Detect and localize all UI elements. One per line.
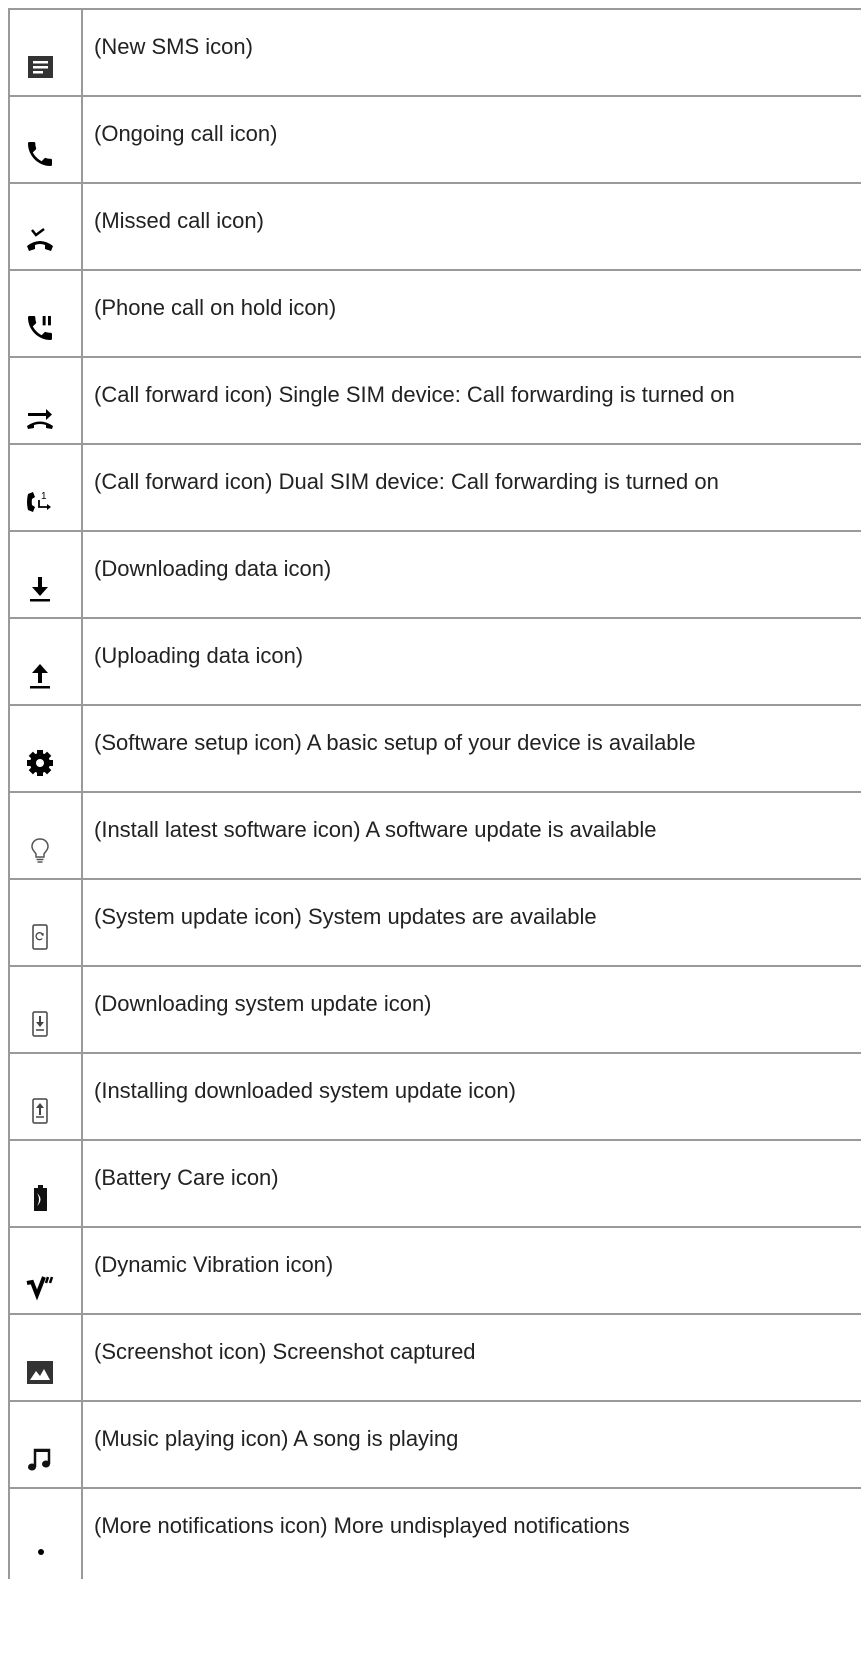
icon-cell xyxy=(8,1402,83,1487)
table-row: (Battery Care icon) xyxy=(8,1141,861,1228)
table-row: (Downloading data icon) xyxy=(8,532,861,619)
row-text: (Downloading system update icon) xyxy=(94,991,432,1016)
battery-care-icon xyxy=(24,1182,56,1214)
uploading-data-icon xyxy=(24,660,56,692)
system-update-icon xyxy=(24,921,56,953)
table-row: (Installing downloaded system update ico… xyxy=(8,1054,861,1141)
row-text: (Installing downloaded system update ico… xyxy=(94,1078,516,1103)
call-on-hold-icon xyxy=(24,312,56,344)
row-text: (Dynamic Vibration icon) xyxy=(94,1252,334,1277)
icon-cell xyxy=(8,1141,83,1226)
icon-cell xyxy=(8,358,83,443)
ongoing-call-icon xyxy=(24,138,56,170)
row-text: (Ongoing call icon) xyxy=(94,121,278,146)
row-text: (More notifications icon) More undisplay… xyxy=(94,1513,630,1538)
icon-cell xyxy=(8,1315,83,1400)
row-text: (New SMS icon) xyxy=(94,34,253,59)
downloading-data-icon xyxy=(24,573,56,605)
icon-cell: 1 xyxy=(8,445,83,530)
row-text: (Call forward icon) Single SIM device: C… xyxy=(94,382,735,407)
row-text: (Downloading data icon) xyxy=(94,556,332,581)
row-text: (Screenshot icon) Screenshot captured xyxy=(94,1339,476,1364)
music-playing-icon xyxy=(24,1443,56,1475)
icon-cell xyxy=(8,97,83,182)
row-text: (System update icon) System updates are … xyxy=(94,904,597,929)
icon-cell xyxy=(8,793,83,878)
icon-cell xyxy=(8,184,83,269)
table-row: (More notifications icon) More undisplay… xyxy=(8,1489,861,1579)
icon-cell xyxy=(8,967,83,1052)
icon-cell xyxy=(8,10,83,95)
icon-cell xyxy=(8,880,83,965)
row-text: (Call forward icon) Dual SIM device: Cal… xyxy=(94,469,719,494)
table-row: (Software setup icon) A basic setup of y… xyxy=(8,706,861,793)
new-sms-icon xyxy=(24,51,56,83)
icon-cell xyxy=(8,271,83,356)
icon-cell xyxy=(8,706,83,791)
table-row: (Dynamic Vibration icon) xyxy=(8,1228,861,1315)
install-latest-software-icon xyxy=(24,834,56,866)
call-forward-dual-sim-icon: 1 xyxy=(24,486,56,518)
svg-text:1: 1 xyxy=(41,491,47,502)
row-text: (Battery Care icon) xyxy=(94,1165,279,1190)
row-text: (Phone call on hold icon) xyxy=(94,295,337,320)
table-row: (Missed call icon) xyxy=(8,184,861,271)
table-row: (Music playing icon) A song is playing xyxy=(8,1402,861,1489)
row-text: (Software setup icon) A basic setup of y… xyxy=(94,730,696,755)
row-text: (Uploading data icon) xyxy=(94,643,304,668)
row-text: (Music playing icon) A song is playing xyxy=(94,1426,459,1451)
icon-cell xyxy=(8,532,83,617)
row-text: (Missed call icon) xyxy=(94,208,264,233)
missed-call-icon xyxy=(24,225,56,257)
dynamic-vibration-icon xyxy=(24,1269,56,1301)
row-text: (Install latest software icon) A softwar… xyxy=(94,817,657,842)
table-row: (Install latest software icon) A softwar… xyxy=(8,793,861,880)
more-notifications-icon xyxy=(24,1535,56,1567)
icon-cell xyxy=(8,1489,83,1579)
table-row: (New SMS icon) xyxy=(8,10,861,97)
table-row: (Phone call on hold icon) xyxy=(8,271,861,358)
table-row: (Ongoing call icon) xyxy=(8,97,861,184)
software-setup-icon xyxy=(24,747,56,779)
table-row: (System update icon) System updates are … xyxy=(8,880,861,967)
icon-cell xyxy=(8,619,83,704)
icon-cell xyxy=(8,1228,83,1313)
table-row: (Call forward icon) Single SIM device: C… xyxy=(8,358,861,445)
downloading-system-update-icon xyxy=(24,1008,56,1040)
table-row: (Uploading data icon) xyxy=(8,619,861,706)
table-row: (Screenshot icon) Screenshot captured xyxy=(8,1315,861,1402)
call-forward-single-sim-icon xyxy=(24,399,56,431)
installing-system-update-icon xyxy=(24,1095,56,1127)
icon-cell xyxy=(8,1054,83,1139)
table-row: (Downloading system update icon) xyxy=(8,967,861,1054)
screenshot-icon xyxy=(24,1356,56,1388)
table-row: 1 (Call forward icon) Dual SIM device: C… xyxy=(8,445,861,532)
notification-icons-table: (New SMS icon) (Ongoing call icon) (Miss… xyxy=(8,8,861,1579)
